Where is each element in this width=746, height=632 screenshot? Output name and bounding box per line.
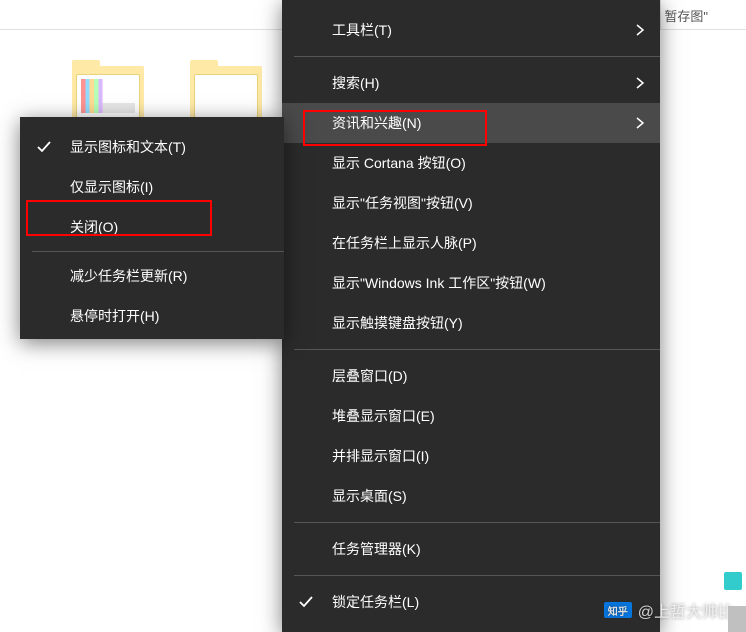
menu-label: 搜索(H) xyxy=(332,73,379,93)
menu-item-stack[interactable]: 堆叠显示窗口(E) xyxy=(282,396,660,436)
menu-item-search[interactable]: 搜索(H) xyxy=(282,63,660,103)
menu-item-show-ink[interactable]: 显示"Windows Ink 工作区"按钮(W) xyxy=(282,263,660,303)
menu-item-cascade[interactable]: 层叠窗口(D) xyxy=(282,356,660,396)
zhihu-icon: 知乎 xyxy=(604,602,632,618)
menu-label: 显示图标和文本(T) xyxy=(70,137,186,157)
menu-label: 仅显示图标(I) xyxy=(70,177,153,197)
menu-item-side-by-side[interactable]: 并排显示窗口(I) xyxy=(282,436,660,476)
menu-label: 显示"Windows Ink 工作区"按钮(W) xyxy=(332,273,546,293)
chevron-right-icon xyxy=(634,117,646,129)
menu-label: 关闭(O) xyxy=(70,217,118,237)
menu-label: 减少任务栏更新(R) xyxy=(70,266,187,286)
tray-icon[interactable] xyxy=(724,572,742,590)
check-icon xyxy=(36,139,52,155)
separator xyxy=(294,56,660,57)
news-interests-submenu: 显示图标和文本(T) 仅显示图标(I) 关闭(O) 减少任务栏更新(R) 悬停时… xyxy=(20,117,284,339)
menu-label: 在任务栏上显示人脉(P) xyxy=(332,233,477,253)
separator xyxy=(294,575,660,576)
menu-item-show-cortana[interactable]: 显示 Cortana 按钮(O) xyxy=(282,143,660,183)
watermark-text: @上哲大帅比 xyxy=(638,598,734,622)
menu-label: 显示桌面(S) xyxy=(332,486,407,506)
menu-label: 堆叠显示窗口(E) xyxy=(332,406,435,426)
chevron-right-icon xyxy=(634,24,646,36)
watermark: 知乎 @上哲大帅比 xyxy=(604,598,734,622)
menu-item-show-taskview[interactable]: 显示"任务视图"按钮(V) xyxy=(282,183,660,223)
separator xyxy=(294,522,660,523)
divider xyxy=(660,0,661,30)
menu-label: 并排显示窗口(I) xyxy=(332,446,429,466)
taskbar-context-menu: 工具栏(T) 搜索(H) 资讯和兴趣(N) 显示 Cortana 按钮(O) 显… xyxy=(282,0,660,632)
menu-item-show-touch-keyboard[interactable]: 显示触摸键盘按钮(Y) xyxy=(282,303,660,343)
folder-icon[interactable] xyxy=(72,60,144,118)
separator xyxy=(294,349,660,350)
check-icon xyxy=(298,594,314,610)
submenu-item-icons-only[interactable]: 仅显示图标(I) xyxy=(20,167,284,207)
menu-label: 工具栏(T) xyxy=(332,20,392,40)
menu-item-toolbar[interactable]: 工具栏(T) xyxy=(282,10,660,50)
folder-icon[interactable] xyxy=(190,60,262,118)
submenu-item-close[interactable]: 关闭(O) xyxy=(20,207,284,247)
temp-save-label: 暂存图" xyxy=(664,6,708,25)
separator xyxy=(32,251,284,252)
menu-item-show-people[interactable]: 在任务栏上显示人脉(P) xyxy=(282,223,660,263)
menu-item-news-interests[interactable]: 资讯和兴趣(N) xyxy=(282,103,660,143)
scrollbar-corner xyxy=(728,606,746,632)
menu-item-show-desktop[interactable]: 显示桌面(S) xyxy=(282,476,660,516)
menu-label: 资讯和兴趣(N) xyxy=(332,113,421,133)
menu-item-task-manager[interactable]: 任务管理器(K) xyxy=(282,529,660,569)
menu-label: 悬停时打开(H) xyxy=(70,306,159,326)
menu-label: 层叠窗口(D) xyxy=(332,366,407,386)
submenu-item-reduce-updates[interactable]: 减少任务栏更新(R) xyxy=(20,256,284,296)
chevron-right-icon xyxy=(634,77,646,89)
submenu-item-icons-text[interactable]: 显示图标和文本(T) xyxy=(20,127,284,167)
menu-label: 锁定任务栏(L) xyxy=(332,592,419,612)
menu-label: 任务管理器(K) xyxy=(332,539,421,559)
menu-label: 显示触摸键盘按钮(Y) xyxy=(332,313,463,333)
menu-label: 显示 Cortana 按钮(O) xyxy=(332,153,466,173)
menu-label: 显示"任务视图"按钮(V) xyxy=(332,193,473,213)
submenu-item-open-on-hover[interactable]: 悬停时打开(H) xyxy=(20,296,284,336)
